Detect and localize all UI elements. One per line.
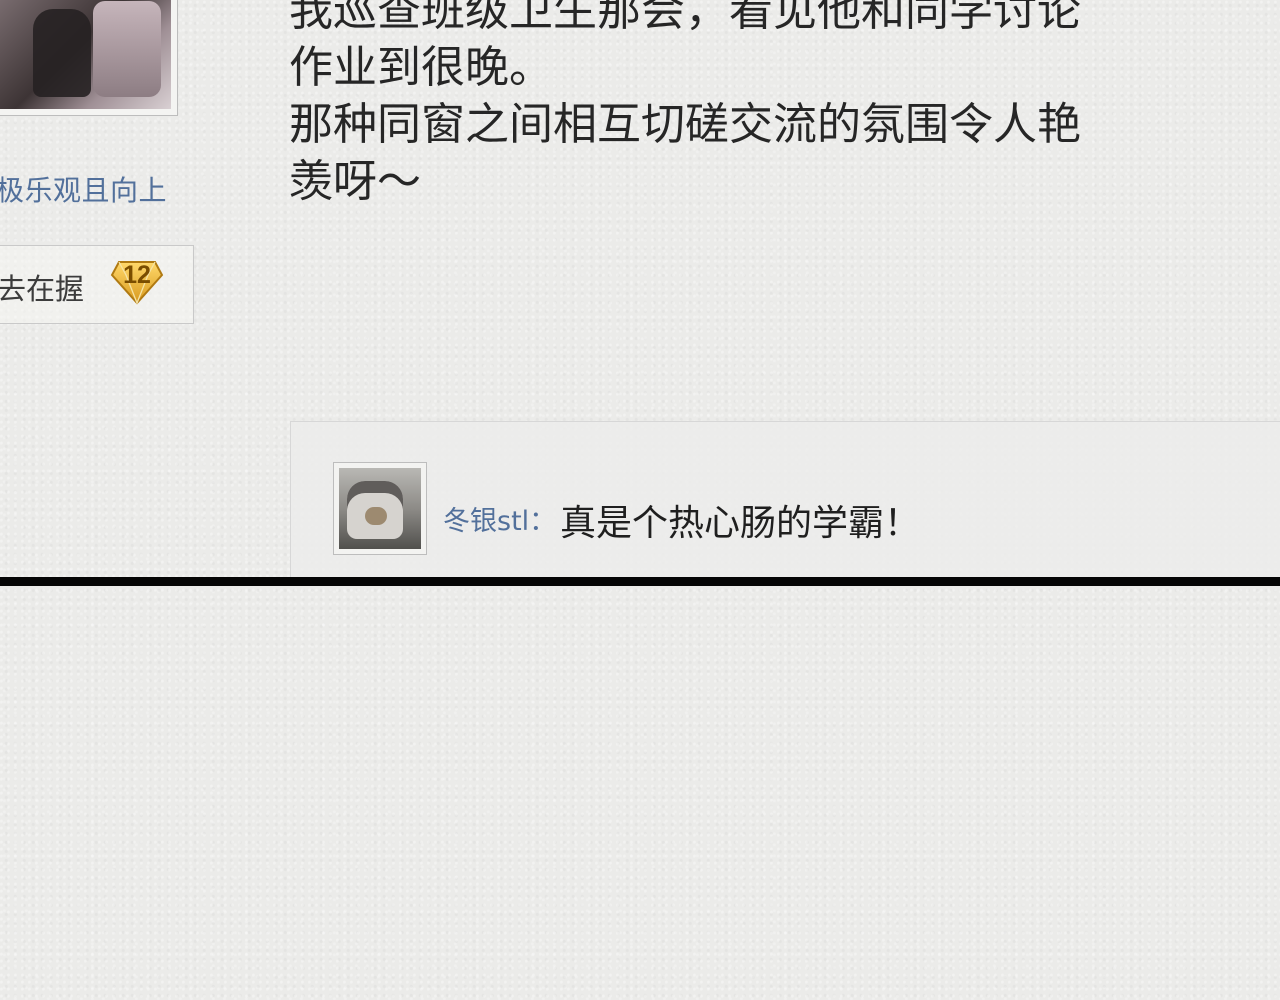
level-badge: 12 — [109, 254, 165, 310]
reply-item: 冬银stl： 真是个热心肠的学霸！ — [290, 421, 1280, 579]
reply-avatar[interactable] — [333, 462, 427, 555]
dog-avatar-icon — [347, 481, 403, 539]
user-badge-panel: 去在握 12 — [0, 245, 194, 324]
reply-content: 真是个热心肠的学霸！ — [560, 503, 921, 544]
poster-avatar-figure — [33, 9, 91, 97]
poster-signature: 极乐观且向上 — [0, 174, 168, 207]
section-divider — [0, 577, 1280, 586]
level-number: 12 — [123, 261, 151, 289]
poster-avatar[interactable] — [0, 0, 178, 116]
reply-username-link[interactable]: 冬银stl： — [443, 499, 556, 538]
badge-label: 去在握 — [0, 272, 85, 306]
post-content: 我巡查班级卫生那会，看见他和同学讨论 作业到很晚。 那种同窗之间相互切磋交流的氛… — [289, 0, 1081, 207]
poster-avatar-background — [93, 1, 161, 97]
